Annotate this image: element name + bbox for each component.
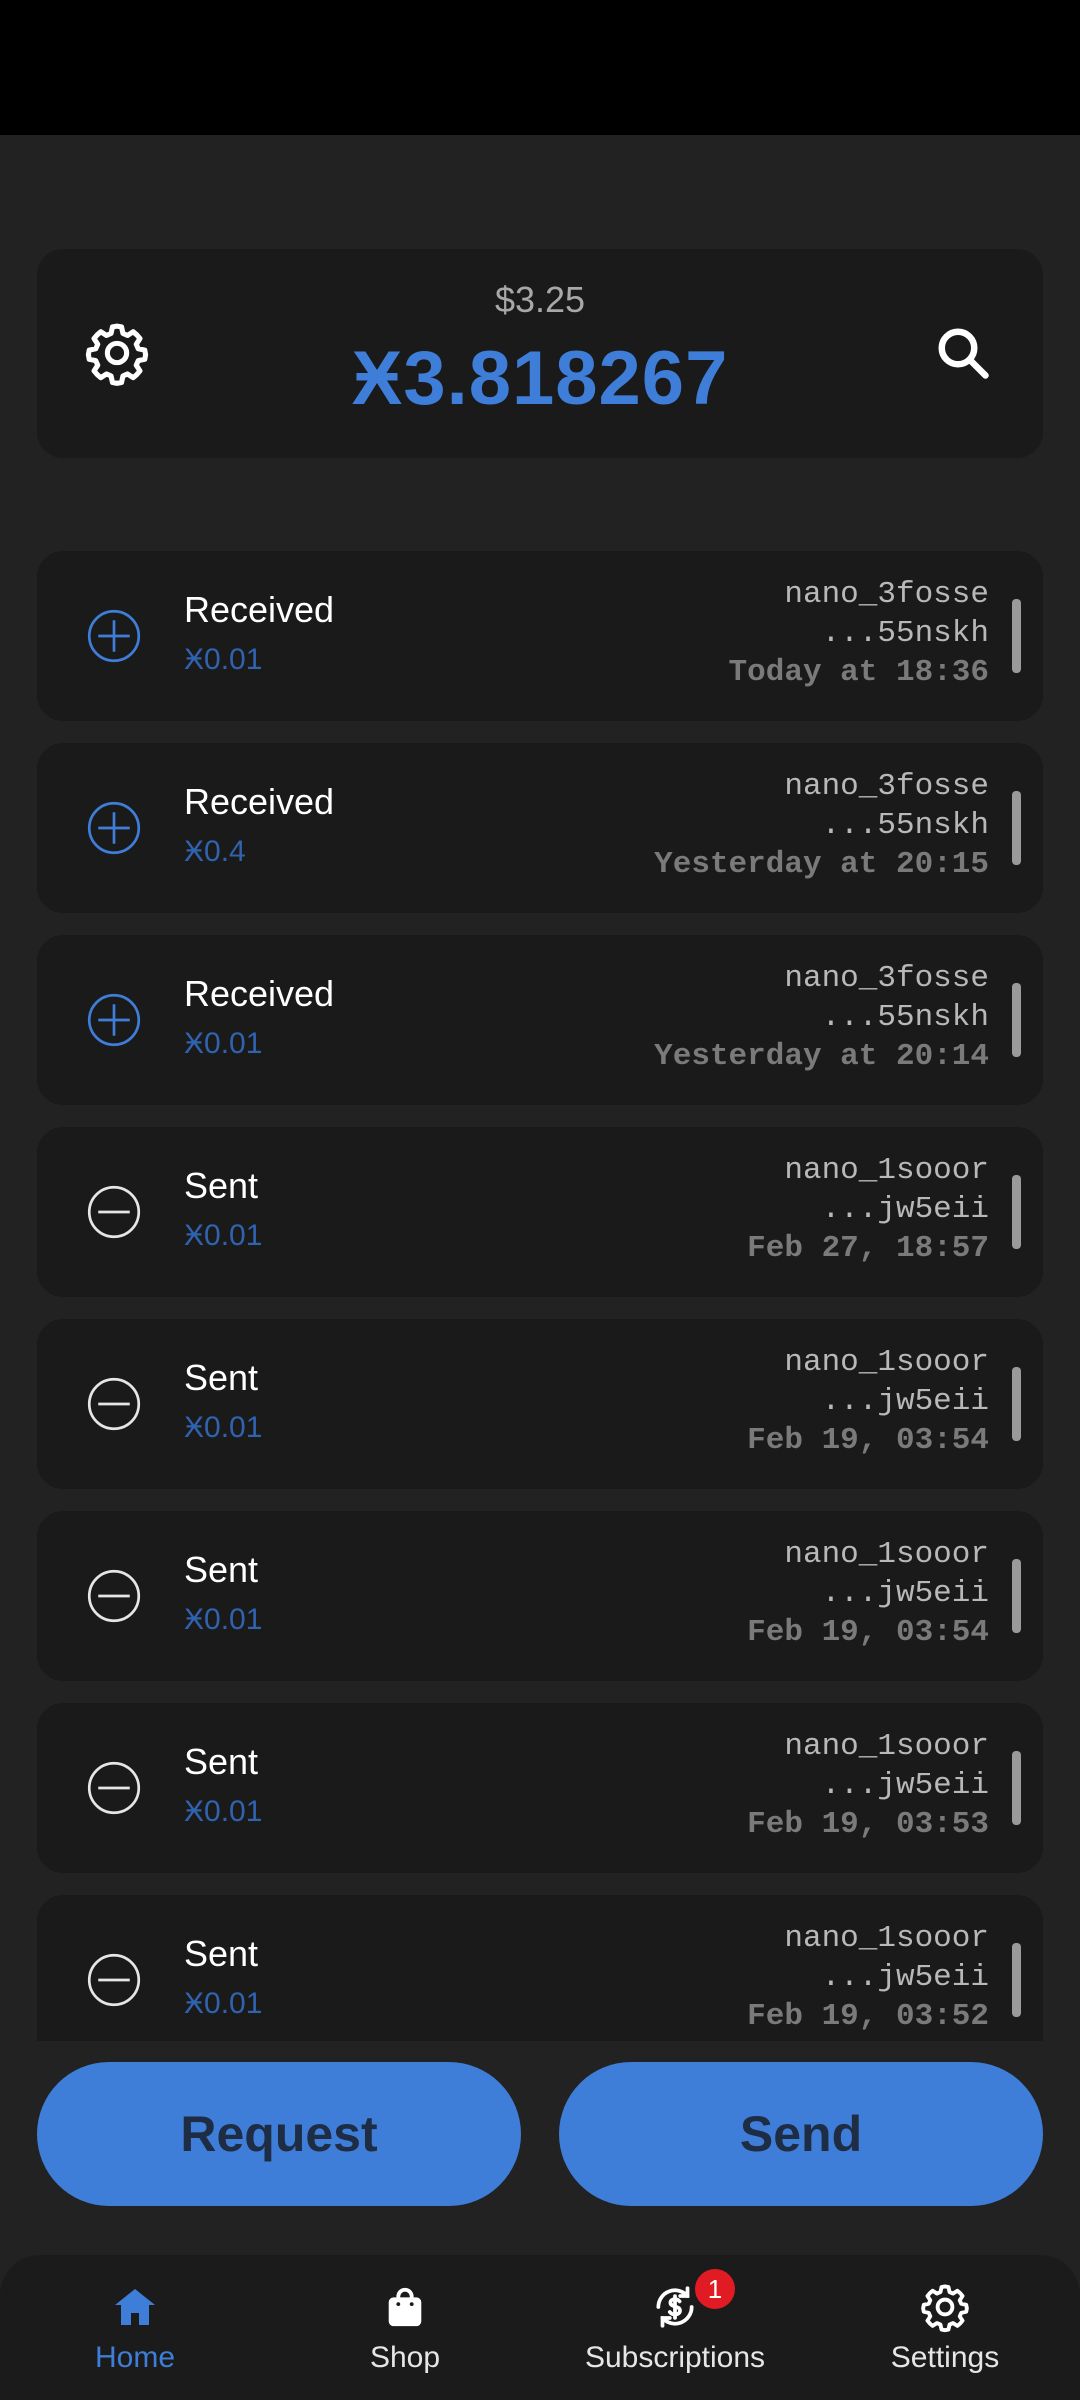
request-button[interactable]: Request [37, 2062, 521, 2206]
transaction-amount: Ӿ0.01 [184, 1027, 263, 1060]
transaction-amount: Ӿ0.01 [184, 1795, 263, 1828]
nav-label: Settings [890, 2341, 1000, 2374]
transaction-address-suffix: ...55nskh [821, 616, 989, 651]
home-icon [107, 2279, 163, 2335]
nav-item-home[interactable]: Home [0, 2255, 270, 2400]
search-icon[interactable] [925, 315, 1001, 391]
nav-label: Subscriptions [584, 2341, 766, 2374]
transaction-address-suffix: ...55nskh [821, 808, 989, 843]
transaction-amount: Ӿ0.01 [184, 643, 263, 676]
shopping-bag-icon [377, 2279, 433, 2335]
transaction-type: Sent [184, 1165, 259, 1206]
swipe-handle [1012, 1751, 1021, 1825]
minus-circle-icon [87, 1761, 141, 1815]
transaction-type: Sent [184, 1549, 259, 1590]
plus-circle-icon [87, 993, 141, 1047]
subscriptions-icon: 1 [647, 2269, 735, 2335]
balance-amount: Ӿ3.818267 [351, 336, 729, 421]
transaction-amount: Ӿ0.01 [184, 1987, 263, 2020]
transaction-date: Yesterday at 20:15 [654, 847, 989, 882]
plus-circle-icon [87, 609, 141, 663]
transaction-address: nano_3fosse [784, 961, 989, 996]
transaction-amount: Ӿ0.4 [184, 835, 246, 868]
list-item[interactable]: Received Ӿ0.01 nano_3fosse ...55nskh Yes… [37, 935, 1043, 1105]
transaction-amount: Ӿ0.01 [184, 1219, 263, 1252]
transaction-date: Feb 19, 03:54 [747, 1423, 989, 1458]
transaction-address: nano_1sooor [784, 1345, 989, 1380]
transaction-amount: Ӿ0.01 [184, 1603, 263, 1636]
transaction-details: nano_1sooor ...jw5eii Feb 19, 03:53 [747, 1727, 989, 1844]
minus-circle-icon [87, 1569, 141, 1623]
transaction-address-suffix: ...jw5eii [821, 1576, 989, 1611]
transaction-address: nano_3fosse [784, 769, 989, 804]
plus-circle-icon [87, 801, 141, 855]
gear-icon [917, 2279, 973, 2335]
transaction-details: nano_3fosse ...55nskh Today at 18:36 [729, 575, 989, 692]
transaction-address-suffix: ...jw5eii [821, 1192, 989, 1227]
transaction-date: Today at 18:36 [728, 655, 989, 690]
transaction-date: Feb 19, 03:54 [747, 1615, 989, 1650]
swipe-handle [1012, 1175, 1021, 1249]
list-item[interactable]: Sent Ӿ0.01 nano_1sooor ...jw5eii Feb 19,… [37, 1703, 1043, 1873]
transaction-address-suffix: ...jw5eii [821, 1768, 989, 1803]
transaction-details: nano_3fosse ...55nskh Yesterday at 20:15 [654, 767, 989, 884]
notification-badge: 1 [695, 2269, 735, 2309]
transaction-date: Feb 27, 18:57 [747, 1231, 989, 1266]
send-button[interactable]: Send [559, 2062, 1043, 2206]
transaction-date: Feb 19, 03:53 [747, 1807, 989, 1842]
transaction-address: nano_1sooor [784, 1729, 989, 1764]
transaction-list: Received Ӿ0.01 nano_3fosse ...55nskh Tod… [37, 551, 1043, 2041]
transaction-address: nano_1sooor [784, 1153, 989, 1188]
minus-circle-icon [87, 1185, 141, 1239]
minus-circle-icon [87, 1377, 141, 1431]
transaction-address: nano_1sooor [784, 1921, 989, 1956]
transaction-details: nano_1sooor ...jw5eii Feb 27, 18:57 [747, 1151, 989, 1268]
list-item[interactable]: Sent Ӿ0.01 nano_1sooor ...jw5eii Feb 27,… [37, 1127, 1043, 1297]
transaction-type: Sent [184, 1741, 259, 1782]
transaction-type: Received [184, 781, 335, 822]
swipe-handle [1012, 1559, 1021, 1633]
nav-item-settings[interactable]: Settings [810, 2255, 1080, 2400]
transaction-details: nano_3fosse ...55nskh Yesterday at 20:14 [654, 959, 989, 1076]
minus-circle-icon [87, 1953, 141, 2007]
transaction-address-suffix: ...55nskh [821, 1000, 989, 1035]
swipe-handle [1012, 1367, 1021, 1441]
list-item[interactable]: Received Ӿ0.4 nano_3fosse ...55nskh Yest… [37, 743, 1043, 913]
transaction-type: Sent [184, 1357, 259, 1398]
swipe-handle [1012, 599, 1021, 673]
nav-label: Home [94, 2341, 176, 2374]
transaction-type: Received [184, 589, 335, 630]
transaction-address-suffix: ...jw5eii [821, 1960, 989, 1995]
list-item[interactable]: Sent Ӿ0.01 nano_1sooor ...jw5eii Feb 19,… [37, 1511, 1043, 1681]
nav-item-shop[interactable]: Shop [270, 2255, 540, 2400]
transaction-date: Feb 19, 03:52 [747, 1999, 989, 2034]
transaction-type: Sent [184, 1933, 259, 1974]
transaction-amount: Ӿ0.01 [184, 1411, 263, 1444]
transaction-details: nano_1sooor ...jw5eii Feb 19, 03:54 [747, 1535, 989, 1652]
transaction-details: nano_1sooor ...jw5eii Feb 19, 03:52 [747, 1919, 989, 2036]
balance-fiat: $3.25 [494, 279, 586, 320]
list-item[interactable]: Received Ӿ0.01 nano_3fosse ...55nskh Tod… [37, 551, 1043, 721]
balance-card: $3.25 Ӿ3.818267 [37, 249, 1043, 458]
transaction-type: Received [184, 973, 335, 1014]
transaction-address-suffix: ...jw5eii [821, 1384, 989, 1419]
list-item[interactable]: Sent Ӿ0.01 nano_1sooor ...jw5eii Feb 19,… [37, 1895, 1043, 2041]
swipe-handle [1012, 791, 1021, 865]
status-bar [0, 0, 1080, 135]
transaction-date: Yesterday at 20:14 [654, 1039, 989, 1074]
transaction-address: nano_3fosse [784, 577, 989, 612]
nav-item-subscriptions[interactable]: 1 Subscriptions [540, 2255, 810, 2400]
transaction-details: nano_1sooor ...jw5eii Feb 19, 03:54 [747, 1343, 989, 1460]
list-item[interactable]: Sent Ӿ0.01 nano_1sooor ...jw5eii Feb 19,… [37, 1319, 1043, 1489]
nav-label: Shop [369, 2341, 441, 2374]
swipe-handle [1012, 1943, 1021, 2017]
transaction-address: nano_1sooor [784, 1537, 989, 1572]
bottom-nav: Home Shop 1 Subscriptions Settings [0, 2255, 1080, 2400]
swipe-handle [1012, 983, 1021, 1057]
